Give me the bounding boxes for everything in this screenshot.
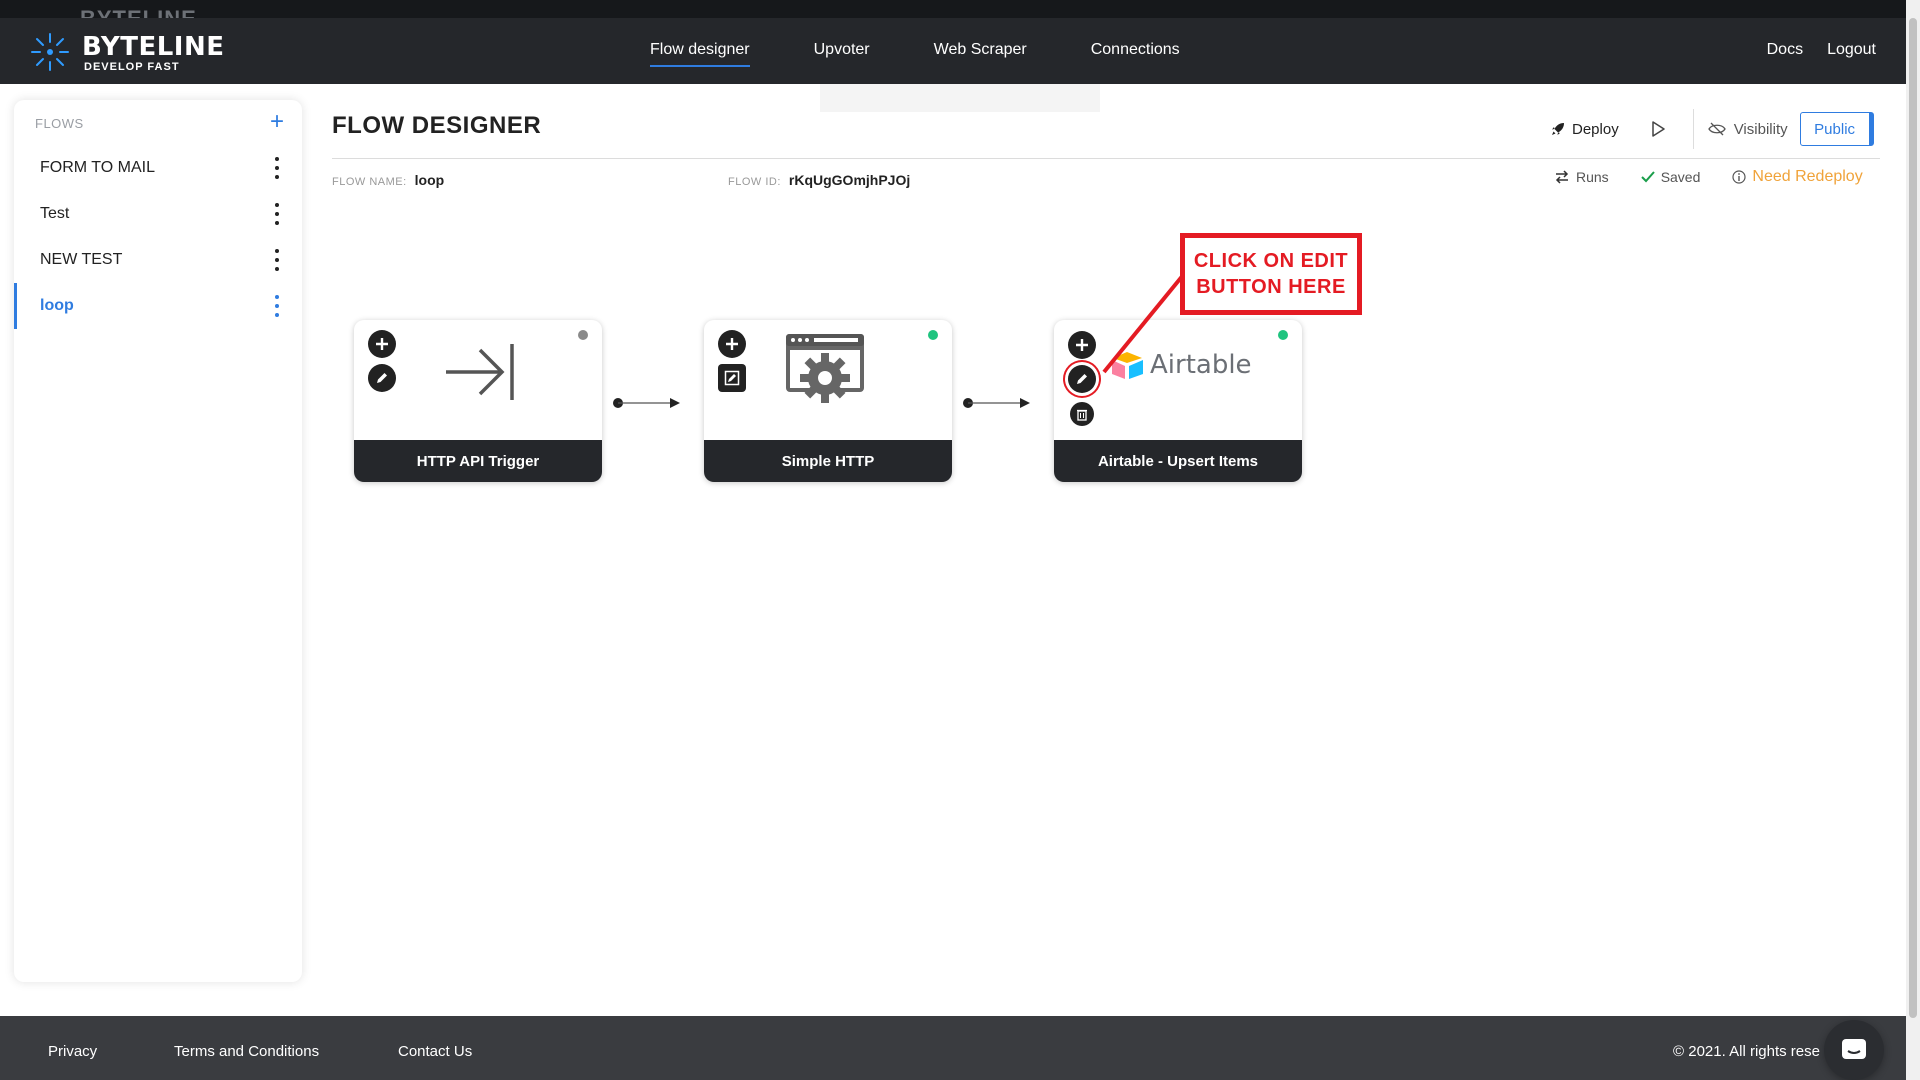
add-flow-button[interactable]: +	[270, 108, 284, 136]
nav-upvoter[interactable]: Upvoter	[814, 18, 870, 84]
flow-item-new-test[interactable]: NEW TEST	[14, 237, 302, 283]
site-footer: Privacy Terms and Conditions Contact Us …	[0, 1016, 1906, 1080]
header-right: Docs Logout	[1767, 41, 1876, 59]
node-connector	[613, 398, 680, 408]
node-status-dot	[928, 330, 938, 340]
app-header: BYTELINE DEVELOP FAST Flow designer Upvo…	[0, 18, 1906, 84]
delete-node-button[interactable]	[1070, 402, 1094, 426]
node-status-dot	[578, 330, 588, 340]
page-scrollbar[interactable]	[1906, 0, 1920, 1080]
flow-item-form-to-mail[interactable]: FORM TO MAIL	[14, 145, 302, 191]
saved-status: Saved	[1640, 169, 1701, 185]
nav-flow-designer[interactable]: Flow designer	[650, 18, 750, 84]
flow-node-simple-http[interactable]: Simple HTTP	[704, 320, 952, 482]
more-vertical-icon[interactable]	[274, 203, 280, 225]
visibility-label: Visibility	[1733, 120, 1788, 138]
flow-item-label: NEW TEST	[40, 251, 123, 268]
run-play-icon[interactable]	[1649, 120, 1667, 138]
edit-square-icon	[724, 370, 740, 386]
edit-node-button[interactable]	[368, 364, 396, 392]
runs-label: Runs	[1576, 169, 1609, 185]
annotation-callout: CLICK ON EDIT BUTTON HERE	[1180, 233, 1362, 315]
node-label: Airtable - Upsert Items	[1054, 440, 1302, 482]
ghost-brand-text: BYTELINE	[80, 6, 197, 18]
contact-link[interactable]: Contact Us	[398, 1043, 472, 1060]
need-redeploy-label: Need Redeploy	[1752, 168, 1863, 185]
saved-label: Saved	[1660, 169, 1701, 185]
nav-connections[interactable]: Connections	[1091, 18, 1180, 84]
more-vertical-icon[interactable]	[274, 249, 280, 271]
plus-icon	[726, 338, 738, 350]
flow-name-field: FLOW NAME: loop	[332, 172, 444, 188]
info-icon	[1732, 170, 1746, 184]
browser-gear-icon	[786, 334, 864, 403]
flow-item-label: FORM TO MAIL	[40, 159, 155, 176]
pencil-icon	[377, 373, 387, 383]
add-node-button[interactable]	[718, 330, 746, 358]
flow-id-value: rKqUgGOmjhPJOj	[788, 172, 911, 188]
designer-toolbar: Deploy Visibility Public	[1550, 109, 1874, 149]
deploy-label: Deploy	[1572, 120, 1619, 138]
trash-icon	[1077, 409, 1087, 421]
rocket-icon	[1552, 123, 1564, 135]
runs-button[interactable]: Runs	[1554, 169, 1609, 185]
flow-item-loop[interactable]: loop	[14, 283, 302, 329]
top-strip: BYTELINE	[0, 0, 1920, 18]
flow-node-http-api-trigger[interactable]: HTTP API Trigger	[354, 320, 602, 482]
node-connector	[963, 398, 1030, 408]
flow-id-label: FLOW ID:	[728, 176, 781, 188]
brand-tagline: DEVELOP FAST	[84, 61, 180, 73]
flow-id-field: FLOW ID: rKqUgGOmjhPJOj	[728, 172, 910, 188]
plus-icon	[376, 338, 388, 350]
need-redeploy-status: Need Redeploy	[1732, 168, 1863, 186]
flow-item-test[interactable]: Test	[14, 191, 302, 237]
page-title: FLOW DESIGNER	[332, 112, 542, 139]
arrow-to-line-icon	[446, 344, 514, 400]
copyright-text: © 2021. All rights rese	[1673, 1043, 1820, 1060]
plus-icon	[1076, 339, 1088, 351]
chat-launcher-button[interactable]	[1824, 1020, 1884, 1080]
title-divider	[332, 158, 1880, 159]
swap-arrows-icon	[1555, 170, 1569, 184]
flow-name-label: FLOW NAME:	[332, 176, 407, 188]
faded-toast	[820, 84, 1100, 112]
more-vertical-icon[interactable]	[274, 295, 280, 317]
flow-name-value: loop	[414, 172, 445, 188]
docs-link[interactable]: Docs	[1767, 41, 1803, 59]
visibility-toggle[interactable]: Visibility	[1707, 120, 1788, 138]
nav-web-scraper[interactable]: Web Scraper	[934, 18, 1027, 84]
logout-link[interactable]: Logout	[1827, 41, 1876, 59]
node-status-dot	[1278, 330, 1288, 340]
more-vertical-icon[interactable]	[274, 157, 280, 179]
eye-off-icon	[1707, 122, 1726, 136]
privacy-link[interactable]: Privacy	[48, 1043, 97, 1060]
annotation-line-1: CLICK ON EDIT	[1193, 250, 1349, 272]
node-label: HTTP API Trigger	[354, 440, 602, 482]
check-icon	[1640, 171, 1655, 183]
terms-link[interactable]: Terms and Conditions	[174, 1043, 319, 1060]
brand-logo[interactable]: BYTELINE DEVELOP FAST	[30, 28, 224, 74]
annotation-line-2: BUTTON HERE	[1196, 276, 1346, 298]
pencil-icon	[1077, 374, 1087, 384]
node-label: Simple HTTP	[704, 440, 952, 482]
flows-sidebar: FLOWS + FORM TO MAIL Test NEW TEST loop	[14, 100, 302, 982]
toolbar-divider	[1692, 109, 1694, 149]
byteline-burst-icon	[31, 33, 69, 71]
flow-item-label: loop	[40, 297, 74, 314]
public-button[interactable]: Public	[1799, 112, 1874, 146]
main-nav: Flow designer Upvoter Web Scraper Connec…	[650, 18, 1244, 84]
add-node-button[interactable]	[368, 330, 396, 358]
flow-status-bar: Runs Saved Need Redeploy	[1554, 168, 1863, 186]
flows-heading: FLOWS	[35, 116, 84, 131]
scrollbar-thumb[interactable]	[1909, 18, 1917, 1018]
brand-name: BYTELINE	[82, 32, 225, 62]
deploy-button[interactable]: Deploy	[1550, 121, 1619, 138]
flow-item-label: Test	[40, 205, 70, 222]
edit-node-button[interactable]	[718, 364, 746, 392]
chat-icon	[1842, 1039, 1866, 1059]
